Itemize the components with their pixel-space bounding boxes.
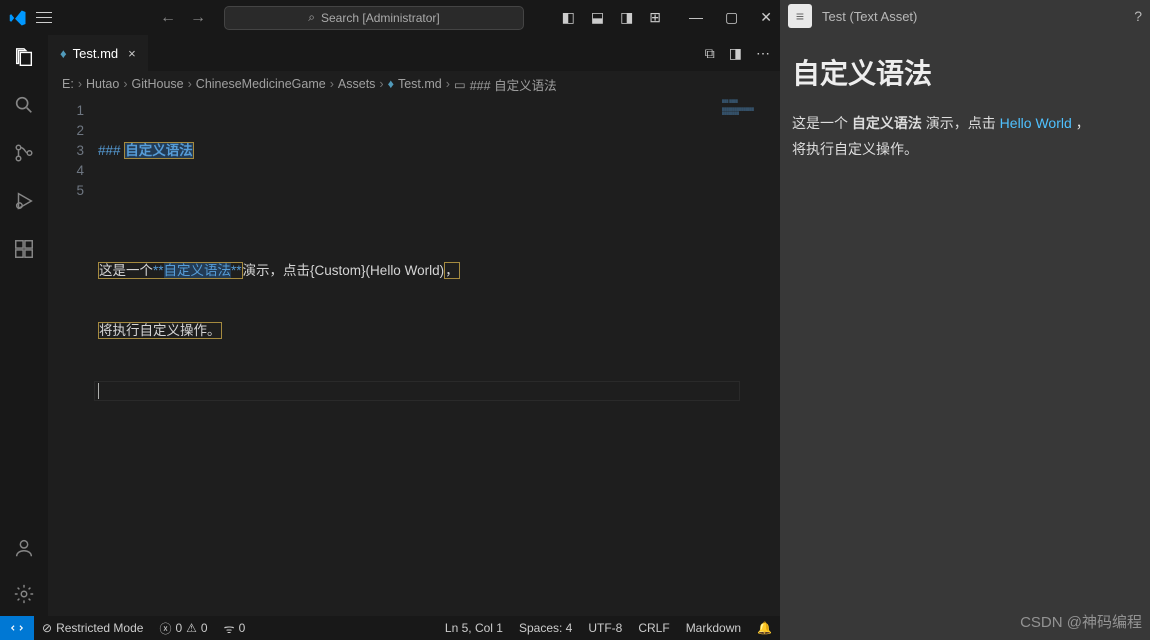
maximize-icon[interactable]: ▢ [725,9,738,26]
shield-icon: ⊘ [42,621,52,635]
cursor-position[interactable]: Ln 5, Col 1 [437,621,511,635]
activity-bar [0,35,48,616]
custom-link[interactable]: Hello World [1000,115,1072,131]
editor-tabs: ♦ Test.md × ⧉ ◨ ⋯ [48,35,780,71]
minimize-icon[interactable]: — [689,9,703,26]
more-actions-icon[interactable]: ⋯ [756,45,770,62]
explorer-icon[interactable] [12,45,36,69]
markdown-file-icon: ♦ [388,77,394,91]
titlebar: ← → ⌕ Search [Administrator] ◧ ⬓ ◨ ⊞ — ▢… [0,0,780,35]
error-icon: ⓧ [159,620,171,637]
close-window-icon[interactable]: ✕ [760,9,772,26]
preview-header: ≡ Test (Text Asset) ? [780,0,1150,32]
text-asset-icon: ≡ [788,4,812,28]
settings-gear-icon[interactable] [12,582,36,606]
extensions-icon[interactable] [12,237,36,261]
search-icon: ⌕ [308,10,315,25]
panel-bottom-icon[interactable]: ⬓ [591,9,604,26]
help-icon[interactable]: ? [1134,8,1142,24]
remote-indicator-icon[interactable] [0,616,34,640]
notifications-icon[interactable]: 🔔 [749,621,780,635]
nav-forward-icon[interactable]: → [190,9,206,27]
radio-icon: ᯤ [224,620,235,637]
preview-panel: ≡ Test (Text Asset) ? 自定义语法 这是一个 自定义语法 演… [780,0,1150,640]
problems-status[interactable]: ⓧ0 ⚠0 [151,620,215,637]
source-control-icon[interactable] [12,141,36,165]
close-tab-icon[interactable]: × [128,46,136,61]
nav-back-icon[interactable]: ← [160,9,176,27]
ports-status[interactable]: ᯤ0 [216,620,254,637]
code-area[interactable]: ### 自定义语法 这是一个**自定义语法**演示，点击{Custom}(Hel… [98,97,780,616]
language-mode[interactable]: Markdown [678,621,749,635]
warning-icon: ⚠ [186,621,197,635]
watermark: CSDN @神码编程 [1020,611,1142,632]
preview-title: Test (Text Asset) [822,9,917,24]
search-placeholder: Search [Administrator] [321,11,440,25]
minimap[interactable]: ███ ███████████████████████████ [720,97,780,137]
status-bar: ⊘Restricted Mode ⓧ0 ⚠0 ᯤ0 Ln 5, Col 1 Sp… [0,616,780,640]
markdown-file-icon: ♦ [60,46,67,61]
eol-status[interactable]: CRLF [630,621,677,635]
menu-icon[interactable] [36,10,52,26]
layout-icon[interactable]: ⊞ [649,9,661,26]
restricted-mode-status[interactable]: ⊘Restricted Mode [34,621,151,635]
panel-left-icon[interactable]: ◧ [562,9,575,26]
tab-filename: Test.md [73,46,119,61]
preview-heading: 自定义语法 [792,52,1138,92]
panel-right-icon[interactable]: ◨ [620,9,633,26]
open-preview-icon[interactable]: ⧉ [705,45,715,62]
encoding-status[interactable]: UTF-8 [580,621,630,635]
command-center-search[interactable]: ⌕ Search [Administrator] [224,6,524,30]
breadcrumbs[interactable]: E:› Hutao› GitHouse› ChineseMedicineGame… [48,71,780,97]
preview-paragraph: 这是一个 自定义语法 演示，点击 Hello World ， 将执行自定义操作。 [792,110,1138,162]
run-debug-icon[interactable] [12,189,36,213]
heading-symbol-icon: ▭ [454,77,466,92]
search-sidebar-icon[interactable] [12,93,36,117]
indentation-status[interactable]: Spaces: 4 [511,621,580,635]
line-gutter: 1 2 3 4 5 [48,97,98,616]
preview-body: 自定义语法 这是一个 自定义语法 演示，点击 Hello World ， 将执行… [780,32,1150,182]
split-editor-icon[interactable]: ◨ [729,45,742,62]
account-icon[interactable] [12,536,36,560]
editor[interactable]: 1 2 3 4 5 ### 自定义语法 这是一个**自定义语法**演示，点击{C… [48,97,780,616]
vscode-logo-icon [8,8,28,28]
tab-test-md[interactable]: ♦ Test.md × [48,35,148,71]
